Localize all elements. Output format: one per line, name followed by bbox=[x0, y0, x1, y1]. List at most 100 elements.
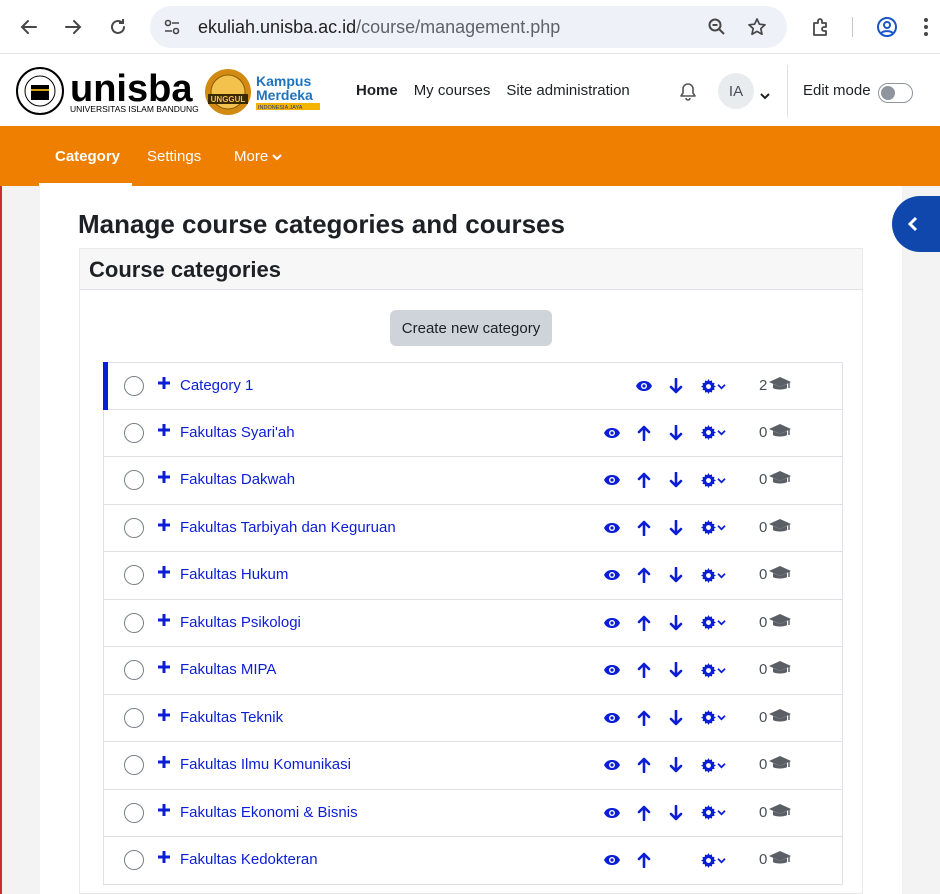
visibility-eye-icon[interactable] bbox=[603, 709, 621, 727]
visibility-eye-icon[interactable] bbox=[603, 661, 621, 679]
expand-plus-icon[interactable] bbox=[157, 470, 171, 484]
move-up-arrow-icon[interactable] bbox=[635, 471, 653, 489]
visibility-eye-icon[interactable] bbox=[603, 424, 621, 442]
select-category-checkbox[interactable] bbox=[124, 470, 144, 490]
actions-chevron-down-icon[interactable] bbox=[715, 804, 727, 822]
move-up-arrow-icon[interactable] bbox=[635, 661, 653, 679]
move-down-arrow-icon[interactable] bbox=[667, 756, 685, 774]
actions-chevron-down-icon[interactable] bbox=[715, 424, 727, 442]
browser-menu-icon[interactable] bbox=[914, 10, 938, 44]
category-row: Fakultas Dakwah 0 bbox=[103, 457, 843, 505]
select-category-checkbox[interactable] bbox=[124, 565, 144, 585]
expand-plus-icon[interactable] bbox=[157, 613, 171, 627]
select-category-checkbox[interactable] bbox=[124, 422, 144, 443]
move-up-arrow-icon[interactable] bbox=[635, 424, 653, 442]
move-down-arrow-icon[interactable] bbox=[667, 519, 685, 537]
forward-icon[interactable] bbox=[56, 10, 90, 44]
actions-chevron-down-icon[interactable] bbox=[715, 614, 727, 632]
select-category-checkbox[interactable] bbox=[124, 802, 144, 823]
expand-plus-icon[interactable] bbox=[157, 708, 171, 722]
site-info-icon[interactable] bbox=[160, 15, 184, 39]
expand-plus-icon[interactable] bbox=[157, 755, 171, 769]
actions-chevron-down-icon[interactable] bbox=[715, 709, 727, 727]
visibility-eye-icon[interactable] bbox=[603, 756, 621, 774]
move-down-arrow-icon[interactable] bbox=[667, 566, 685, 584]
actions-chevron-down-icon[interactable] bbox=[715, 566, 727, 584]
open-block-drawer-button[interactable] bbox=[892, 196, 940, 252]
edit-mode-toggle[interactable] bbox=[878, 83, 913, 103]
visibility-eye-icon[interactable] bbox=[603, 804, 621, 822]
profile-icon[interactable] bbox=[870, 10, 904, 44]
category-name-link[interactable]: Fakultas Tarbiyah dan Keguruan bbox=[180, 519, 396, 536]
expand-plus-icon[interactable] bbox=[157, 803, 171, 817]
select-category-checkbox[interactable] bbox=[124, 517, 144, 538]
visibility-eye-icon[interactable] bbox=[603, 851, 621, 869]
move-down-arrow-icon[interactable] bbox=[667, 804, 685, 822]
category-name-link[interactable]: Fakultas MIPA bbox=[180, 661, 276, 678]
category-name-link[interactable]: Fakultas Ilmu Komunikasi bbox=[180, 756, 351, 773]
visibility-eye-icon[interactable] bbox=[603, 519, 621, 537]
select-category-checkbox[interactable] bbox=[124, 707, 144, 728]
select-category-checkbox[interactable] bbox=[124, 376, 144, 396]
actions-chevron-down-icon[interactable] bbox=[715, 471, 727, 489]
select-category-checkbox[interactable] bbox=[124, 755, 144, 775]
move-down-arrow-icon[interactable] bbox=[667, 661, 685, 679]
category-name-link[interactable]: Fakultas Kedokteran bbox=[180, 851, 318, 868]
move-up-arrow-icon[interactable] bbox=[635, 709, 653, 727]
move-up-arrow-icon[interactable] bbox=[635, 519, 653, 537]
move-down-arrow-icon[interactable] bbox=[667, 377, 685, 395]
move-up-arrow-icon[interactable] bbox=[635, 804, 653, 822]
actions-chevron-down-icon[interactable] bbox=[715, 519, 727, 537]
actions-chevron-down-icon[interactable] bbox=[715, 377, 727, 395]
reload-icon[interactable] bbox=[101, 10, 135, 44]
visibility-eye-icon[interactable] bbox=[635, 377, 653, 395]
tab-more[interactable]: More bbox=[234, 148, 283, 165]
select-category-checkbox[interactable] bbox=[124, 660, 144, 680]
expand-plus-icon[interactable] bbox=[157, 565, 171, 579]
create-new-category-button[interactable]: Create new category bbox=[390, 310, 552, 346]
move-up-arrow-icon[interactable] bbox=[635, 851, 653, 869]
select-category-checkbox[interactable] bbox=[124, 612, 144, 633]
visibility-eye-icon[interactable] bbox=[603, 614, 621, 632]
category-name-link[interactable]: Fakultas Hukum bbox=[180, 566, 288, 583]
address-bar[interactable]: ekuliah.unisba.ac.id/course/management.p… bbox=[150, 6, 787, 48]
expand-plus-icon[interactable] bbox=[157, 660, 171, 674]
expand-plus-icon[interactable] bbox=[157, 518, 171, 532]
nav-site-administration[interactable]: Site administration bbox=[506, 82, 629, 99]
expand-plus-icon[interactable] bbox=[157, 376, 171, 390]
category-name-link[interactable]: Category 1 bbox=[180, 377, 253, 394]
user-avatar[interactable]: IA bbox=[718, 73, 754, 109]
move-down-arrow-icon[interactable] bbox=[667, 471, 685, 489]
tab-category[interactable]: Category bbox=[55, 148, 120, 165]
move-up-arrow-icon[interactable] bbox=[635, 756, 653, 774]
back-icon[interactable] bbox=[12, 10, 46, 44]
move-up-arrow-icon[interactable] bbox=[635, 566, 653, 584]
category-name-link[interactable]: Fakultas Syari'ah bbox=[180, 424, 295, 441]
move-down-arrow-icon[interactable] bbox=[667, 614, 685, 632]
tab-settings[interactable]: Settings bbox=[147, 148, 201, 165]
notification-bell-icon[interactable] bbox=[678, 82, 698, 107]
actions-chevron-down-icon[interactable] bbox=[715, 756, 727, 774]
category-name-link[interactable]: Fakultas Dakwah bbox=[180, 471, 295, 488]
extensions-icon[interactable] bbox=[804, 10, 838, 44]
nav-home[interactable]: Home bbox=[356, 82, 398, 99]
move-down-arrow-icon[interactable] bbox=[667, 424, 685, 442]
zoom-icon[interactable] bbox=[705, 15, 729, 39]
expand-plus-icon[interactable] bbox=[157, 423, 171, 437]
select-category-checkbox[interactable] bbox=[124, 850, 144, 870]
url-text[interactable]: ekuliah.unisba.ac.id/course/management.p… bbox=[198, 17, 560, 38]
bookmark-star-icon[interactable] bbox=[745, 15, 769, 39]
actions-chevron-down-icon[interactable] bbox=[715, 661, 727, 679]
chevron-down-icon[interactable] bbox=[760, 87, 770, 105]
visibility-eye-icon[interactable] bbox=[603, 471, 621, 489]
category-name-link[interactable]: Fakultas Ekonomi & Bisnis bbox=[180, 804, 358, 821]
nav-my-courses[interactable]: My courses bbox=[414, 82, 491, 99]
category-name-link[interactable]: Fakultas Psikologi bbox=[180, 614, 301, 631]
move-down-arrow-icon[interactable] bbox=[667, 709, 685, 727]
move-up-arrow-icon[interactable] bbox=[635, 614, 653, 632]
expand-plus-icon[interactable] bbox=[157, 850, 171, 864]
actions-chevron-down-icon[interactable] bbox=[715, 851, 727, 869]
visibility-eye-icon[interactable] bbox=[603, 566, 621, 584]
category-name-link[interactable]: Fakultas Teknik bbox=[180, 709, 283, 726]
unisba-logo[interactable]: unisba UNIVERSITAS ISLAM BANDUNG UNGGUL … bbox=[16, 65, 326, 117]
